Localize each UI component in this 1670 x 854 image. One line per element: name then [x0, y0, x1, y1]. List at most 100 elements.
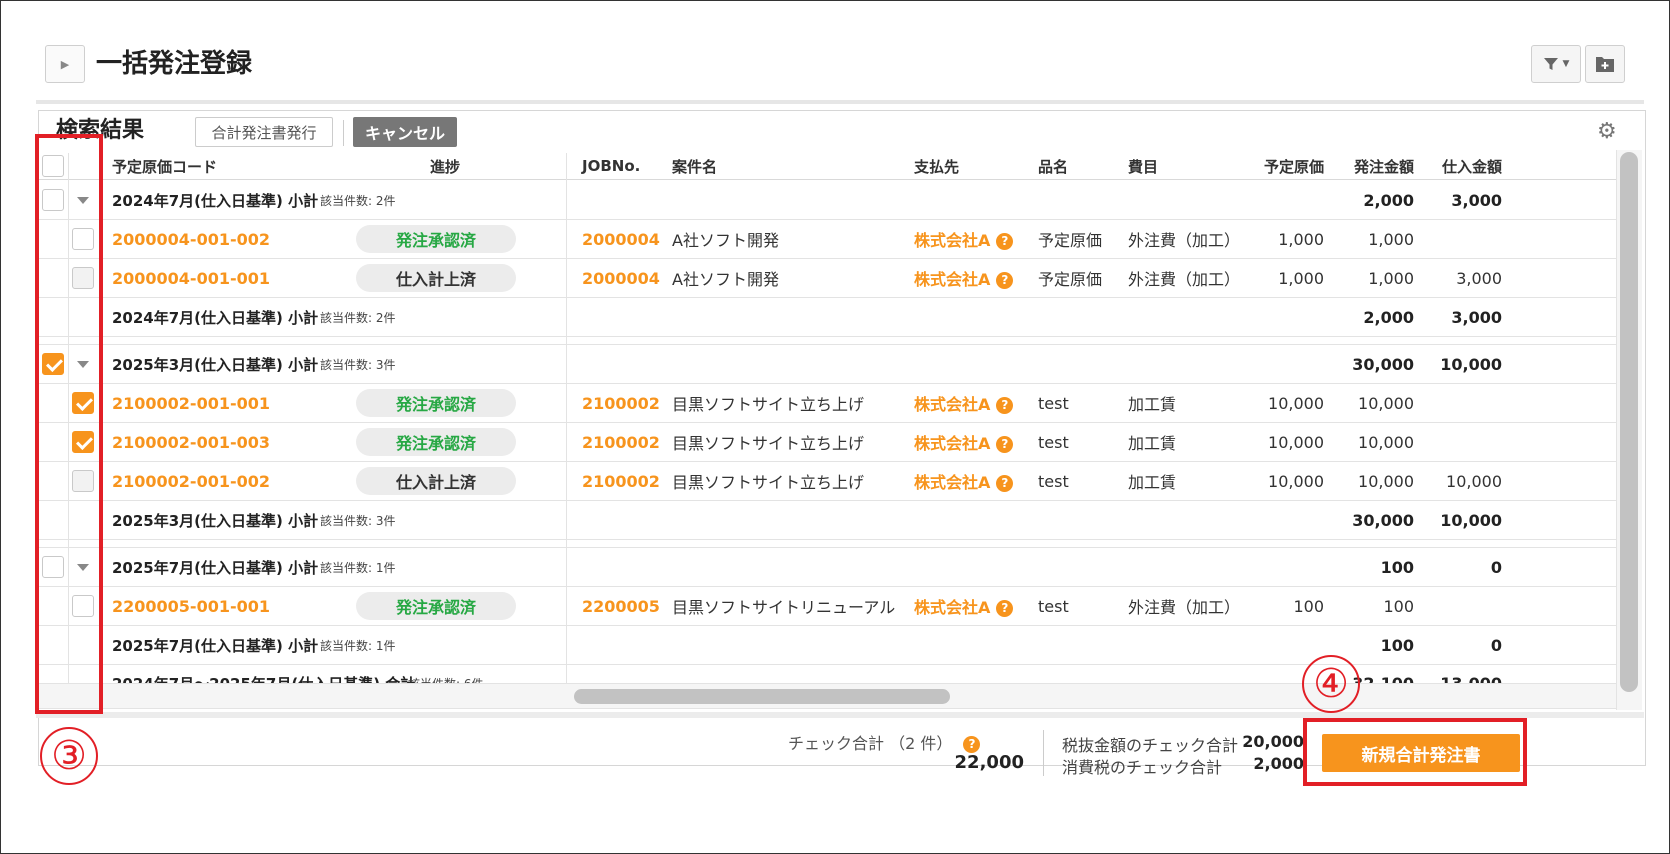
help-icon[interactable]: ?	[996, 436, 1014, 453]
subtotal-row: 2024年7月(仕入日基準) 小計 該当件数: 2件 2,000 3,000	[38, 298, 1616, 337]
folder-add-icon	[1596, 57, 1614, 72]
column-header: 予定原価	[1263, 157, 1324, 176]
payee-name[interactable]: 株式会社A	[914, 598, 990, 617]
group-spacer	[38, 540, 1616, 548]
expense-name: 外注費（加工）	[1128, 270, 1241, 289]
panel-toggle-button[interactable]: ▶	[45, 45, 85, 83]
add-folder-button[interactable]	[1585, 45, 1625, 83]
status-badge: 発注承認済	[356, 389, 516, 417]
item-name: 予定原価	[1038, 270, 1103, 289]
cost-code-link: 2100002-001-001	[112, 393, 271, 413]
project-name: A社ソフト開発	[672, 270, 779, 289]
help-icon[interactable]: ?	[996, 475, 1014, 492]
table-row[interactable]: 2000004-001-001 仕入計上済 2000004 A社ソフト開発 株式会社A?…	[38, 259, 1616, 298]
filter-button[interactable]: ▼	[1531, 45, 1581, 83]
group-order-total: 30,000	[1352, 510, 1414, 530]
caret-right-icon: ▶	[60, 57, 70, 71]
vertical-scroll-thumb[interactable]	[1620, 152, 1638, 692]
table-header-row: 予定原価コード 進捗 JOBNo. 案件名 支払先 品名 費目 予定原価 発注金額 仕入金額	[38, 153, 1616, 180]
payee-link[interactable]: 株式会社A?	[914, 227, 1014, 251]
payee-link[interactable]: 株式会社A?	[914, 391, 1014, 415]
group-label: 2025年3月(仕入日基準) 小計	[112, 511, 319, 530]
bulk-order-issue-button[interactable]: 合計発注書発行	[195, 117, 333, 147]
help-icon[interactable]: ?	[996, 600, 1014, 617]
table-row[interactable]: 2000004-001-002 発注承認済 2000004 A社ソフト開発 株式会社A?…	[38, 220, 1616, 259]
job-number-link: 2100002	[582, 471, 660, 491]
gear-icon[interactable]: ⚙	[1597, 121, 1617, 143]
group-purchase-total: 3,000	[1451, 190, 1502, 210]
group-label: 2025年7月(仕入日基準) 小計	[112, 558, 319, 577]
planned-cost: 10,000	[1268, 393, 1324, 413]
cost-code-link: 2000004-001-002	[112, 229, 271, 249]
item-name: 予定原価	[1038, 231, 1103, 250]
expense-name: 加工賃	[1128, 473, 1177, 492]
status-badge: 仕入計上済	[356, 467, 516, 495]
group-order-total: 2,000	[1363, 307, 1414, 327]
project-name: 目黒ソフトサイトリニューアル	[672, 598, 896, 617]
help-icon[interactable]: ?	[963, 736, 981, 753]
column-header: 費目	[1128, 157, 1159, 176]
column-header: 進捗	[430, 157, 461, 176]
order-amount: 100	[1383, 596, 1414, 616]
table-row[interactable]: 2100002-001-002 仕入計上済 2100002 目黒ソフトサイト立ち上げ 株…	[38, 462, 1616, 501]
tax-excluded-label: 税抜金額のチェック合計	[1062, 736, 1239, 755]
expense-name: 外注費（加工）	[1128, 598, 1241, 617]
help-icon[interactable]: ?	[996, 272, 1014, 289]
group-label: 2025年3月(仕入日基準) 小計	[112, 355, 319, 374]
payee-link[interactable]: 株式会社A?	[914, 430, 1014, 454]
column-separator	[566, 153, 567, 702]
table-row[interactable]: 2100002-001-003 発注承認済 2100002 目黒ソフトサイト立ち上げ 株…	[38, 423, 1616, 462]
payee-name[interactable]: 株式会社A	[914, 434, 990, 453]
cost-code-link: 2100002-001-002	[112, 471, 271, 491]
tax-excluded-value: 20,000	[1242, 732, 1304, 751]
annotation-marker-4: ④	[1302, 655, 1360, 713]
help-icon[interactable]: ?	[996, 233, 1014, 250]
order-amount: 10,000	[1358, 393, 1414, 413]
group-label: 2025年7月(仕入日基準) 小計	[112, 636, 319, 655]
job-number-link: 2100002	[582, 393, 660, 413]
horizontal-scroll-thumb[interactable]	[574, 689, 950, 704]
project-name: 目黒ソフトサイト立ち上げ	[672, 434, 865, 453]
group-purchase-total: 0	[1490, 557, 1502, 577]
column-header: JOBNo.	[582, 157, 641, 175]
cost-code-link: 2000004-001-001	[112, 268, 271, 288]
column-header: 案件名	[672, 157, 718, 176]
column-header: 仕入金額	[1441, 157, 1502, 176]
job-number-link: 2200005	[582, 596, 660, 616]
expense-name: 加工賃	[1128, 434, 1177, 453]
item-name: test	[1038, 393, 1069, 413]
payee-name[interactable]: 株式会社A	[914, 231, 990, 250]
project-name: A社ソフト開発	[672, 231, 779, 250]
group-count: 該当件数: 3件	[320, 513, 396, 528]
group-count: 該当件数: 3件	[320, 357, 396, 372]
planned-cost: 1,000	[1278, 268, 1324, 288]
help-icon[interactable]: ?	[996, 397, 1014, 414]
group-count: 該当件数: 2件	[320, 193, 396, 208]
toolbar-separator	[343, 120, 344, 146]
payee-name[interactable]: 株式会社A	[914, 473, 990, 492]
purchase-amount: 10,000	[1446, 471, 1502, 491]
table-row[interactable]: 2200005-001-001 発注承認済 2200005 目黒ソフトサイトリニューア…	[38, 587, 1616, 626]
status-badge: 発注承認済	[356, 428, 516, 456]
payee-link[interactable]: 株式会社A?	[914, 266, 1014, 290]
column-header: 支払先	[914, 157, 960, 176]
payee-name[interactable]: 株式会社A	[914, 395, 990, 414]
annotation-marker-3: ③	[40, 727, 98, 785]
planned-cost: 10,000	[1268, 432, 1324, 452]
column-header: 品名	[1038, 157, 1069, 176]
table-row[interactable]: 2100002-001-001 発注承認済 2100002 目黒ソフトサイト立ち上げ 株…	[38, 384, 1616, 423]
group-order-total: 100	[1380, 557, 1414, 577]
group-spacer	[38, 337, 1616, 345]
group-purchase-total: 10,000	[1440, 510, 1502, 530]
group-purchase-total: 10,000	[1440, 354, 1502, 374]
check-total-label-text: チェック合計 （2 件）	[788, 734, 953, 753]
payee-link[interactable]: 株式会社A?	[914, 594, 1014, 618]
payee-link[interactable]: 株式会社A?	[914, 469, 1014, 493]
status-badge: 仕入計上済	[356, 264, 516, 292]
cancel-button[interactable]: キャンセル	[353, 117, 457, 147]
group-order-total: 30,000	[1352, 354, 1414, 374]
group-header-row: 2025年7月(仕入日基準) 小計 該当件数: 1件 100 0	[38, 548, 1616, 587]
expense-name: 外注費（加工）	[1128, 231, 1241, 250]
payee-name[interactable]: 株式会社A	[914, 270, 990, 289]
group-order-total: 2,000	[1363, 190, 1414, 210]
